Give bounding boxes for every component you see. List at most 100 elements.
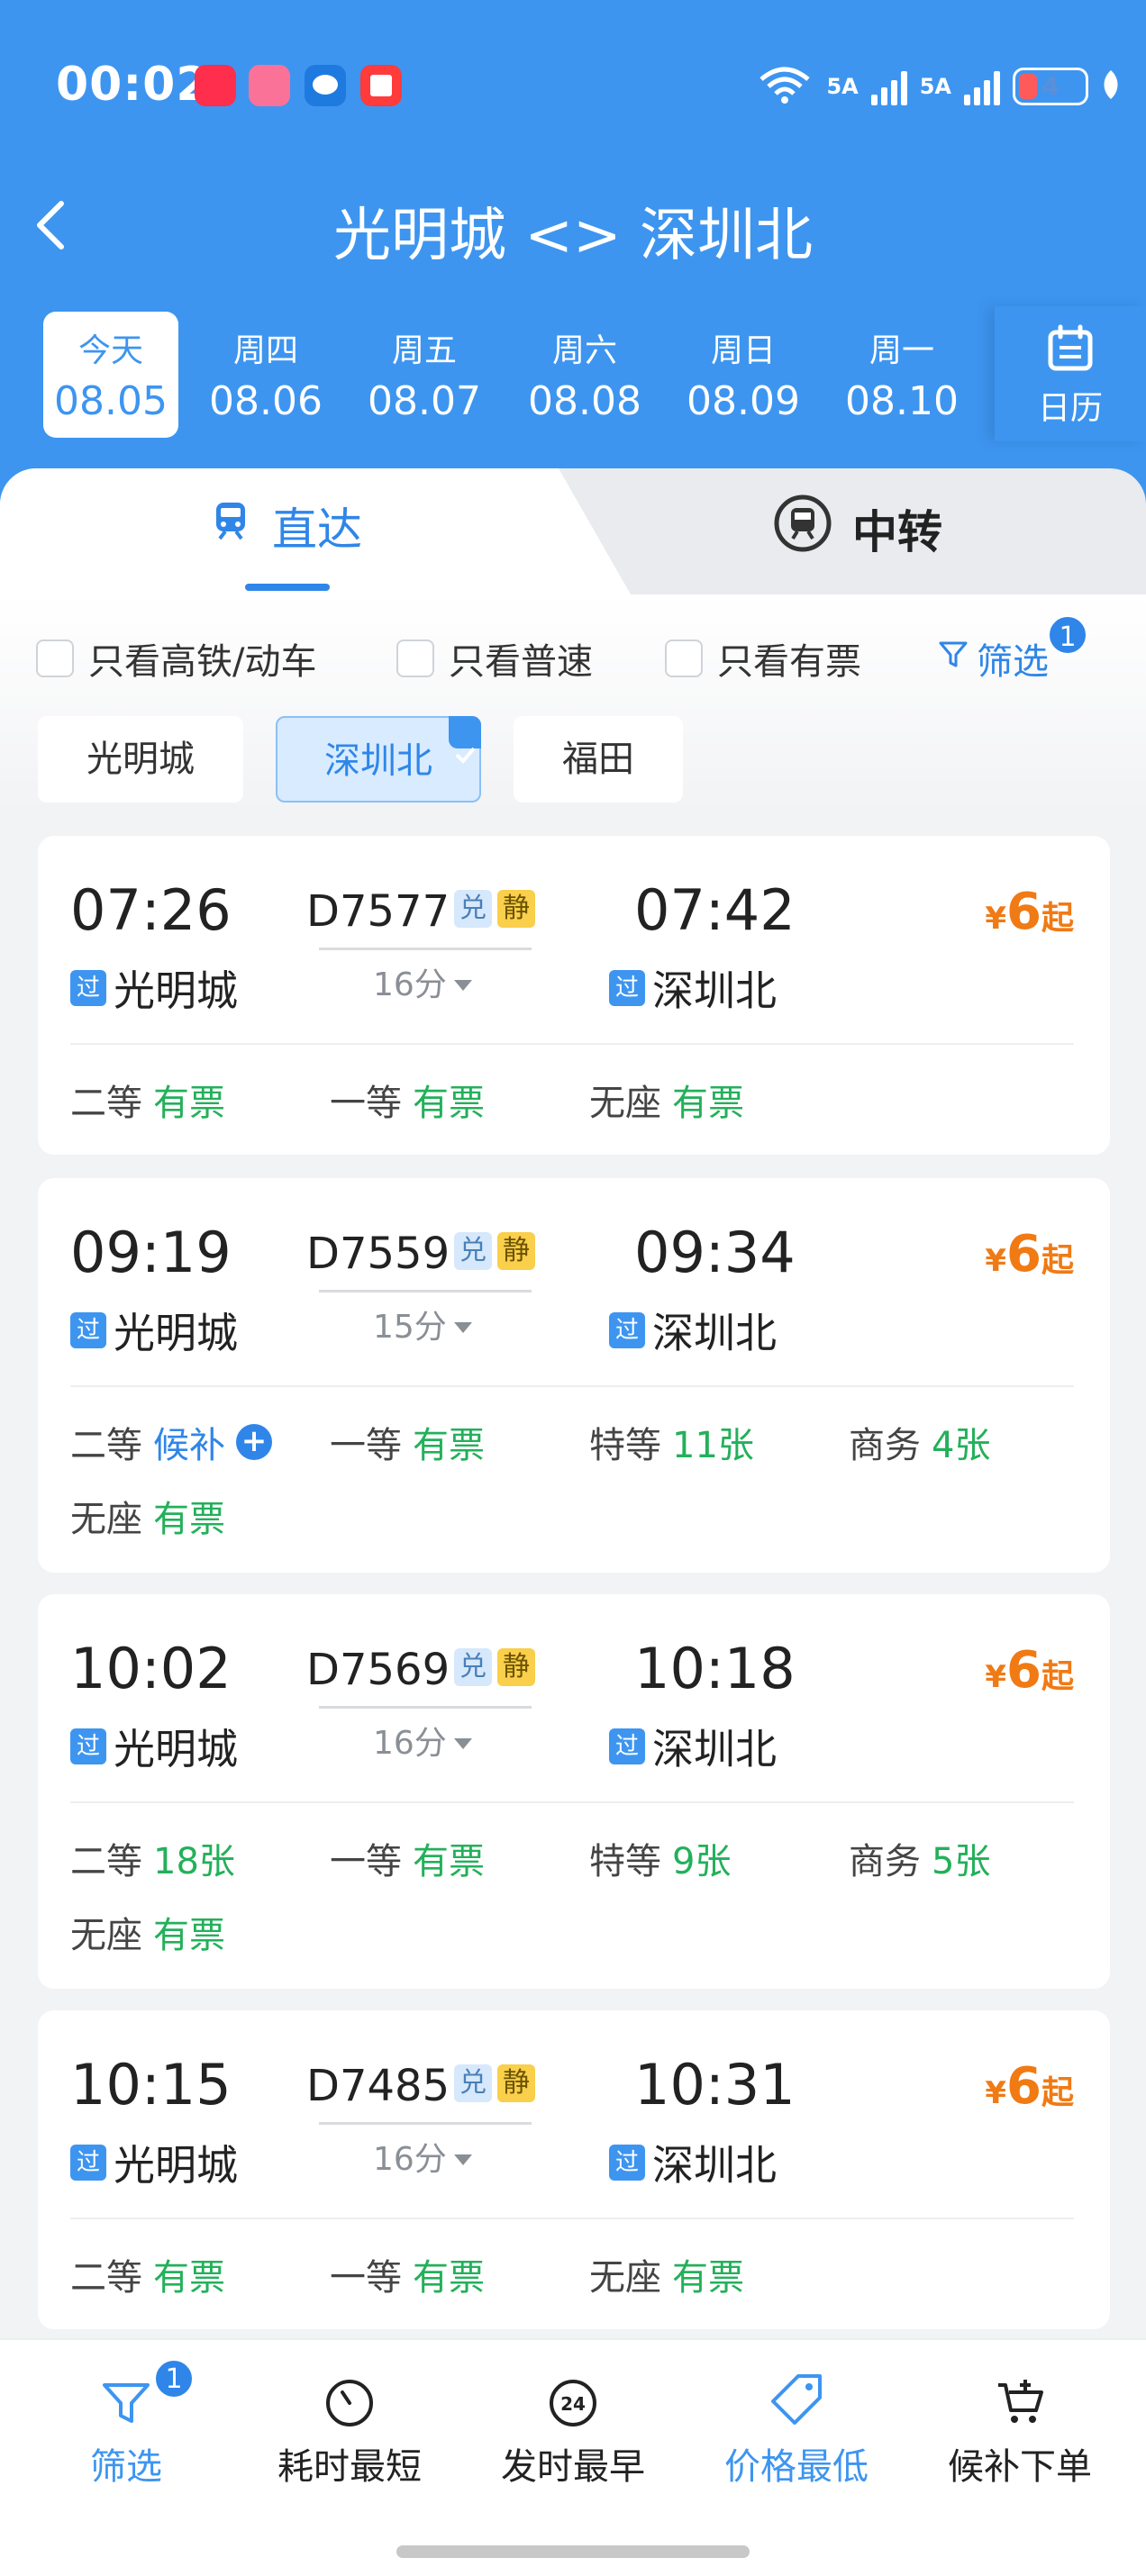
redeem-tag: 兑 [454, 2064, 492, 2102]
date-item-today[interactable]: 今天 08.05 [43, 312, 178, 438]
station-chip-selected[interactable]: 深圳北 [276, 716, 481, 803]
date-weekday: 周一 [869, 332, 934, 369]
status-right: 5A 5A 4 [756, 63, 1121, 110]
tab-direct[interactable]: 直达 [209, 494, 362, 558]
date-weekday: 今天 [77, 332, 143, 369]
seat-class: 二等 [70, 2257, 142, 2299]
departure-time: 10:15 [70, 2052, 232, 2118]
date-item[interactable]: 周六 08.08 [517, 312, 652, 438]
seat-status: 5张 [932, 1841, 991, 1882]
calendar-button[interactable]: 日历 [995, 306, 1146, 441]
date-value: 08.06 [209, 378, 323, 424]
battery-level: 4 [1041, 71, 1060, 101]
date-weekday: 周四 [232, 332, 298, 369]
reader-icon [360, 65, 402, 106]
departure-time: 09:19 [70, 1220, 232, 1285]
seat-info-waitlist[interactable]: 二等 候补 + [70, 1416, 272, 1468]
station-chip[interactable]: 福田 [514, 716, 683, 803]
train-card[interactable]: 10:15 D7485 兑 静 10:31 16分 过 光明城 过 深圳北 ¥ … [38, 2010, 1110, 2329]
seat-info: 一等 有票 [330, 1074, 485, 1126]
page-title: 光明城 <> 深圳北 [333, 203, 813, 269]
normal-only-checkbox[interactable]: 只看普速 [396, 632, 593, 685]
seat-status: 候补 [153, 1425, 225, 1466]
duration[interactable]: 15分 [373, 1301, 474, 1347]
waitlist-order-button[interactable]: 候补下单 [912, 2358, 1128, 2490]
pass-tag: 过 [609, 2145, 645, 2181]
bottom-filter-button[interactable]: 筛选 1 [18, 2358, 234, 2490]
price-tag-icon [688, 2358, 905, 2428]
filter-button[interactable]: 筛选 [937, 632, 1049, 685]
duration-text: 15分 [373, 1309, 447, 1346]
tab-underline [245, 584, 330, 591]
available-only-checkbox[interactable]: 只看有票 [665, 632, 861, 685]
seat-info: 一等 有票 [330, 2248, 485, 2300]
redeem-tag: 兑 [454, 1648, 492, 1686]
date-item[interactable]: 周一 08.10 [834, 312, 969, 438]
arrival-station: 过 深圳北 [609, 1717, 777, 1776]
plus-icon[interactable]: + [236, 1424, 272, 1460]
hsr-only-label: 只看高铁/动车 [88, 641, 317, 683]
date-value: 08.09 [687, 378, 800, 424]
tab-transfer-label: 中转 [852, 506, 942, 558]
divider [70, 1801, 1074, 1803]
pass-tag: 过 [70, 1728, 106, 1764]
cart-icon [912, 2358, 1128, 2428]
date-weekday: 周五 [391, 332, 457, 369]
seat-status: 4张 [932, 1425, 991, 1466]
duration[interactable]: 16分 [373, 2133, 474, 2180]
tab-transfer[interactable]: 中转 [773, 494, 942, 564]
train-number: D7485 [306, 2061, 450, 2111]
departure-station-name: 光明城 [114, 966, 238, 1015]
sort-earliest-button[interactable]: 24 发时最早 [465, 2358, 681, 2490]
price-suffix: 起 [1041, 2074, 1074, 2111]
train-icon [209, 499, 252, 553]
seat-class: 商务 [849, 1425, 921, 1466]
seat-class: 二等 [70, 1083, 142, 1124]
seat-status: 有票 [153, 2257, 225, 2299]
train-card[interactable]: 07:26 D7577 兑 静 07:42 16分 过 光明城 过 深圳北 ¥ … [38, 836, 1110, 1155]
seat-status: 18张 [153, 1841, 235, 1882]
arrival-station: 过 深圳北 [609, 1301, 777, 1360]
quiet-car-tag: 静 [497, 1232, 535, 1270]
funnel-icon [18, 2358, 234, 2428]
home-indicator[interactable] [396, 2545, 750, 2558]
status-bar: 00:02 5A 5A 4 [0, 54, 1146, 117]
arrival-time: 10:31 [634, 2052, 796, 2118]
message-icon [305, 65, 346, 106]
nav-bar: 光明城 <> 深圳北 [0, 171, 1146, 279]
date-weekday: 周六 [551, 332, 617, 369]
seat-status: 有票 [153, 1083, 225, 1124]
train-card[interactable]: 10:02 D7569 兑 静 10:18 16分 过 光明城 过 深圳北 ¥ … [38, 1594, 1110, 1989]
pass-tag: 过 [609, 970, 645, 1006]
sort-shortest-button[interactable]: 耗时最短 [241, 2358, 458, 2490]
filter-label: 筛选 [977, 641, 1049, 683]
date-item[interactable]: 周日 08.09 [676, 312, 811, 438]
seat-info: 二等 有票 [70, 2248, 225, 2300]
seat-info: 无座 有票 [589, 2248, 744, 2300]
train-card[interactable]: 09:19 D7559 兑 静 09:34 15分 过 光明城 过 深圳北 ¥ … [38, 1178, 1110, 1573]
date-item[interactable]: 周五 08.07 [357, 312, 492, 438]
station-chip[interactable]: 光明城 [38, 716, 243, 803]
seat-status: 有票 [672, 2257, 744, 2299]
departure-time: 10:02 [70, 1636, 232, 1701]
duration-text: 16分 [373, 2141, 447, 2178]
seat-status: 有票 [413, 1841, 485, 1882]
seat-info: 无座 有票 [589, 1074, 744, 1126]
departure-station: 过 光明城 [70, 2133, 238, 2192]
calendar-icon [995, 324, 1146, 376]
transfer-train-icon [773, 494, 832, 564]
seat-status: 有票 [672, 1083, 744, 1124]
duration[interactable]: 16分 [373, 958, 474, 1005]
arrival-station-name: 深圳北 [652, 2141, 777, 2190]
arrival-station-name: 深圳北 [652, 1725, 777, 1773]
hsr-only-checkbox[interactable]: 只看高铁/动车 [36, 632, 316, 685]
pass-tag: 过 [609, 1728, 645, 1764]
date-item[interactable]: 周四 08.06 [198, 312, 333, 438]
bottom-filter-label: 筛选 [90, 2446, 162, 2488]
sort-lowest-price-button[interactable]: 价格最低 [688, 2358, 905, 2490]
seat-class: 一等 [330, 1083, 402, 1124]
filter-count-badge: 1 [1047, 614, 1088, 656]
route-line [319, 1706, 532, 1709]
arrival-station-name: 深圳北 [652, 966, 777, 1015]
duration[interactable]: 16分 [373, 1717, 474, 1764]
